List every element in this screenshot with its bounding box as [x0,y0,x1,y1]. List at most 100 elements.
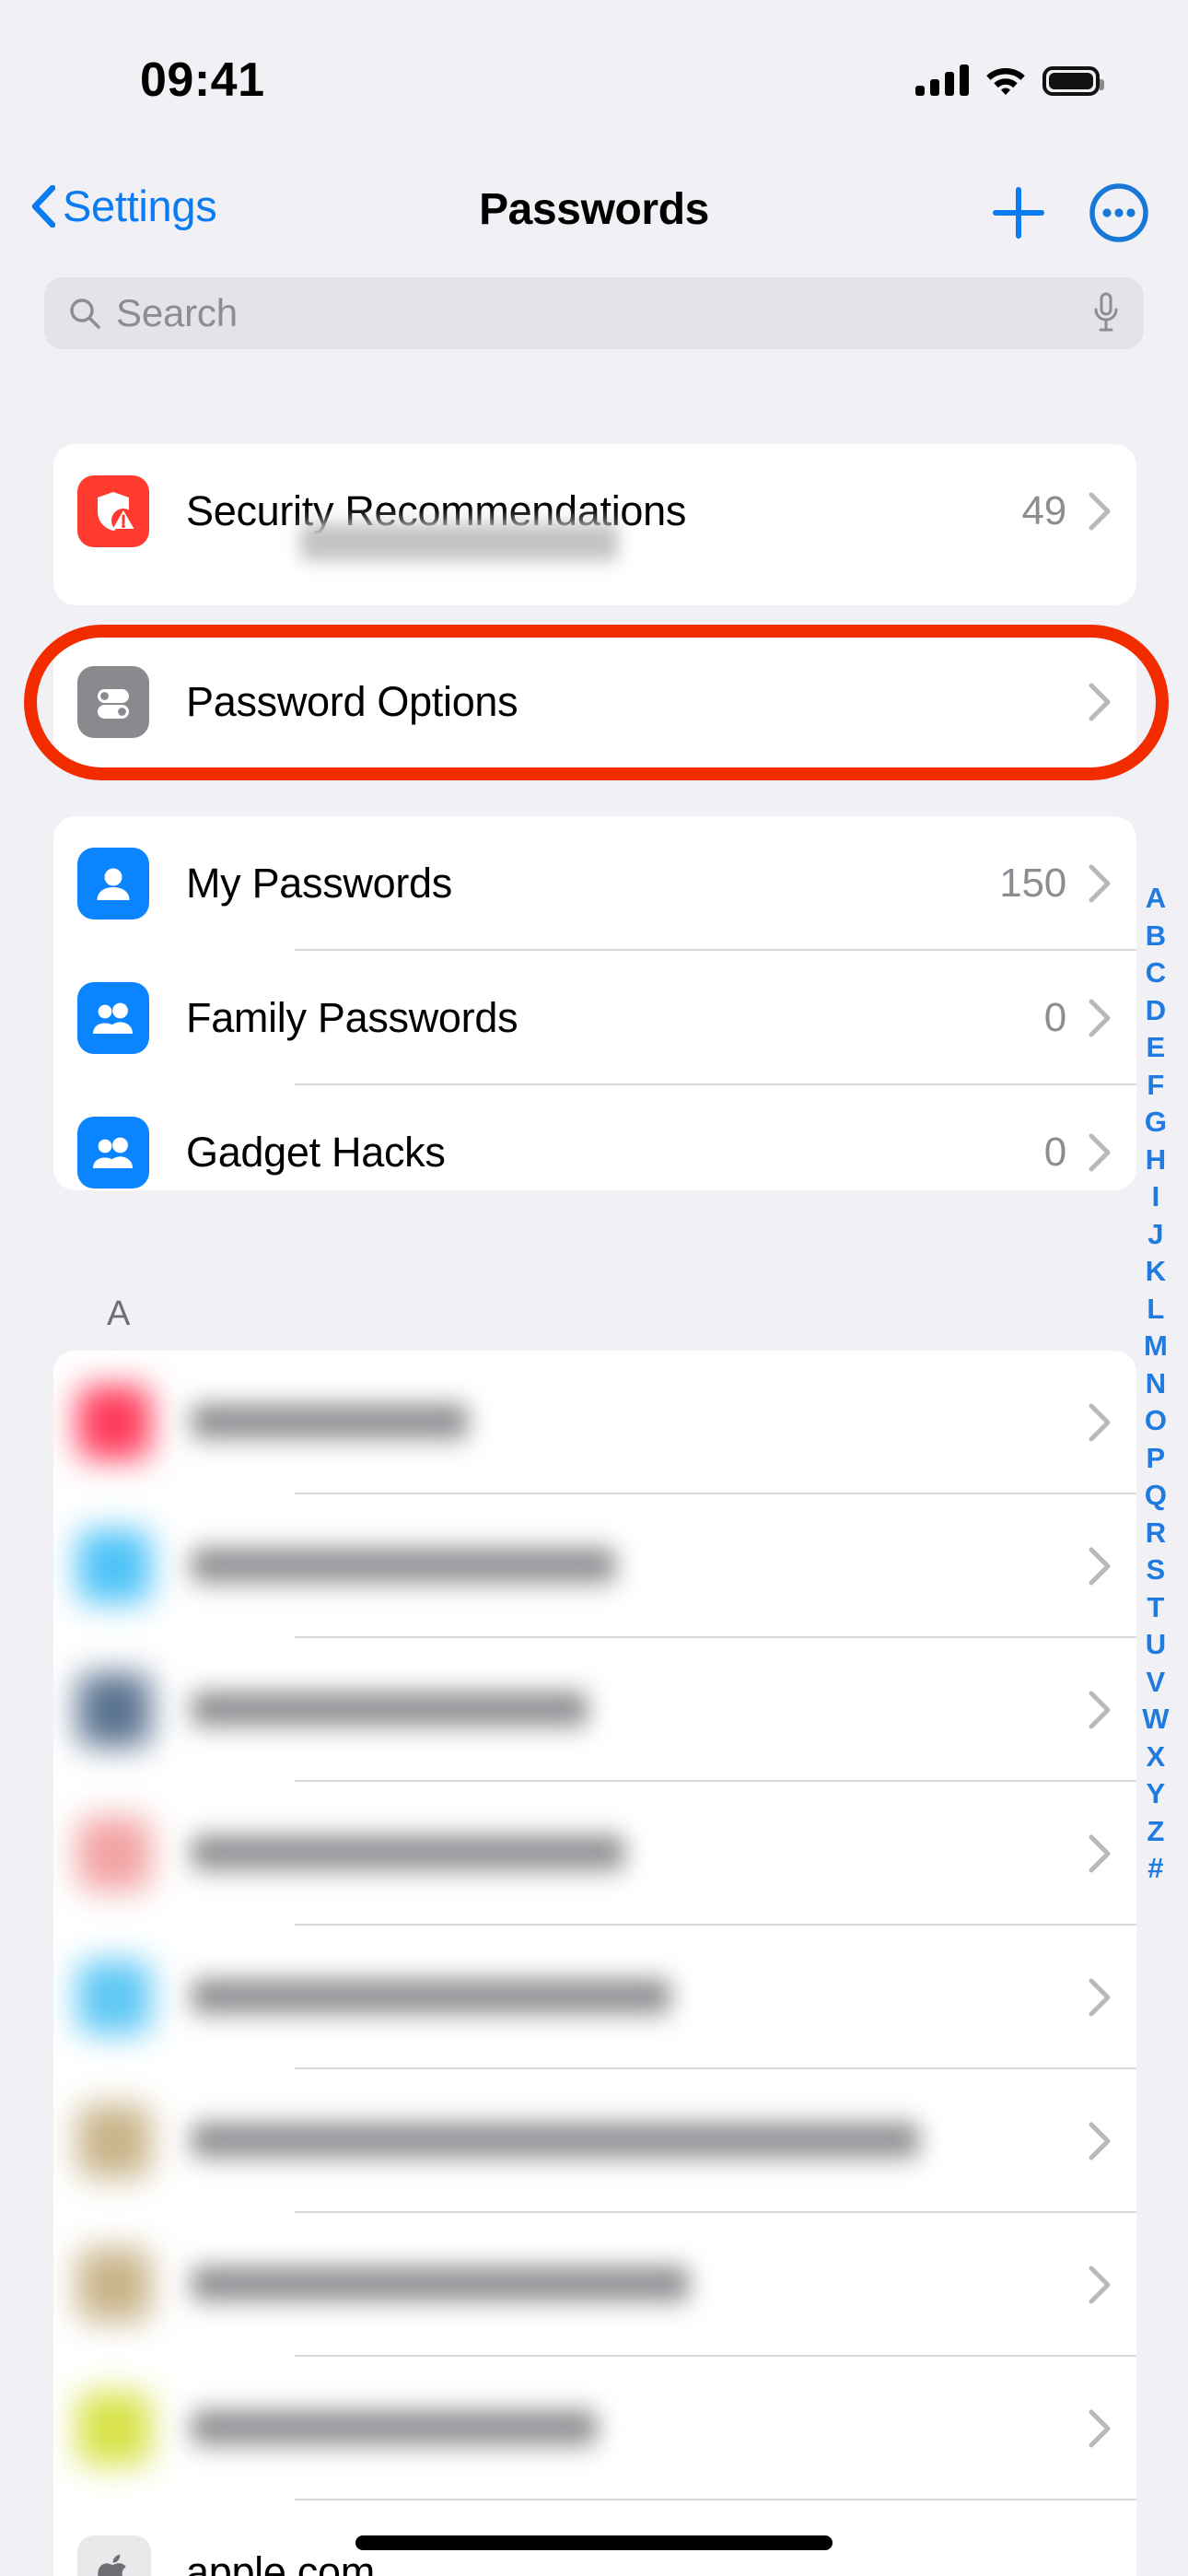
alphabet-index-letter[interactable]: P [1147,1440,1166,1478]
password-list-item[interactable] [53,1638,1136,1782]
alphabet-index-letter[interactable]: N [1146,1365,1167,1403]
chevron-right-icon [1089,1133,1111,1172]
favicon-icon [77,1673,151,1747]
alphabet-index-letter[interactable]: X [1147,1739,1166,1776]
blurred-subtitle [300,521,618,562]
blurred-site-name [192,2264,689,2306]
chevron-right-icon [1089,492,1111,531]
blurred-site-name [192,1545,615,1587]
apple-logo-icon [77,2535,151,2576]
alphabet-index-letter[interactable]: M [1144,1328,1168,1365]
blurred-site-name [192,1976,670,2019]
row-my-passwords[interactable]: My Passwords 150 [53,816,1136,951]
password-list-card: apple.com [53,1351,1136,2576]
alphabet-index-letter[interactable]: F [1147,1067,1164,1105]
chevron-right-icon [1089,1547,1111,1586]
status-bar-indicators [915,57,1104,96]
password-options-card: Password Options [53,635,1136,769]
wifi-icon [986,68,1025,95]
password-list-item[interactable] [53,2357,1136,2500]
alphabet-index-letter[interactable]: K [1146,1253,1167,1291]
row-label: My Passwords [186,860,452,907]
status-bar-time: 09:41 [140,53,265,107]
alphabet-index-letter[interactable]: Y [1147,1775,1166,1813]
microphone-icon[interactable] [1092,292,1120,334]
alphabet-index-letter[interactable]: W [1142,1701,1169,1739]
chevron-right-icon [1089,2266,1111,2304]
search-input[interactable]: Search [44,277,1144,349]
password-list-item[interactable] [53,2213,1136,2357]
blurred-site-name [192,2407,597,2450]
alphabet-index-letter[interactable]: S [1147,1551,1166,1589]
row-security-recommendations[interactable]: Security Recommendations 49 [53,444,1136,579]
chevron-right-icon [1089,1691,1111,1729]
alphabet-index[interactable]: A B C D E F G H I J K L M N O P Q R S T U V W X Y Z # [1133,880,1179,1888]
row-label: apple.com [186,2548,375,2576]
alphabet-index-letter[interactable]: E [1147,1029,1166,1067]
row-count: 0 [1043,995,1066,1040]
status-bar: 09:41 [0,0,1188,138]
alphabet-index-letter[interactable]: G [1145,1104,1167,1142]
alphabet-index-letter[interactable]: T [1147,1589,1164,1627]
password-groups-card: My Passwords 150 Family Passwords 0 Gadg… [53,816,1136,1190]
row-count: 150 [999,861,1066,906]
alphabet-index-letter[interactable]: O [1145,1402,1167,1440]
battery-full-icon [1042,66,1104,96]
nav-bar: Settings Passwords [0,168,1188,267]
section-header-a: A [107,1294,131,1333]
home-indicator[interactable] [355,2535,833,2550]
security-recommendations-card: Security Recommendations 49 [53,444,1136,605]
favicon-icon [77,1386,151,1459]
blurred-site-name [192,1401,468,1444]
shield-warning-icon [77,475,149,547]
two-people-icon [77,982,149,1054]
favicon-icon [77,1961,151,2034]
search-placeholder: Search [116,291,238,334]
plus-icon[interactable] [990,184,1047,241]
chevron-right-icon [1089,864,1111,903]
alphabet-index-letter[interactable]: C [1146,954,1167,992]
search-icon [70,299,100,329]
ellipsis-circle-icon[interactable] [1089,182,1149,243]
password-list-item[interactable] [53,1926,1136,2069]
favicon-icon [77,2392,151,2465]
chevron-right-icon [1089,1834,1111,1873]
alphabet-index-letter[interactable]: B [1146,918,1167,955]
alphabet-index-letter[interactable]: R [1146,1515,1167,1552]
password-list-item[interactable] [53,1494,1136,1638]
chevron-right-icon [1089,2122,1111,2160]
favicon-icon [77,2248,151,2322]
cellular-bars-icon [915,64,969,96]
person-icon [77,848,149,919]
alphabet-index-letter[interactable]: U [1146,1626,1167,1664]
row-gadget-hacks[interactable]: Gadget Hacks 0 [53,1085,1136,1190]
alphabet-index-letter[interactable]: I [1152,1178,1160,1216]
password-list-item[interactable] [53,2069,1136,2213]
chevron-right-icon [1089,2409,1111,2448]
password-list-item[interactable] [53,1782,1136,1926]
chevron-right-icon [1089,683,1111,721]
row-label: Family Passwords [186,994,518,1041]
alphabet-index-letter[interactable]: L [1147,1291,1164,1329]
chevron-right-icon [1089,1403,1111,1442]
toggles-icon [77,666,149,738]
alphabet-index-letter[interactable]: Q [1145,1477,1167,1515]
alphabet-index-letter[interactable]: H [1146,1142,1167,1179]
chevron-right-icon [1089,1978,1111,2017]
alphabet-index-letter[interactable]: Z [1147,1813,1164,1851]
alphabet-index-letter[interactable]: # [1147,1850,1163,1888]
row-family-passwords[interactable]: Family Passwords 0 [53,951,1136,1085]
two-people-icon [77,1117,149,1188]
alphabet-index-letter[interactable]: V [1147,1664,1166,1702]
favicon-icon [77,2104,151,2178]
blurred-site-name [192,1832,624,1875]
blurred-site-name [192,1689,588,1731]
favicon-icon [77,1817,151,1891]
row-count: 0 [1043,1130,1066,1175]
alphabet-index-letter[interactable]: J [1147,1216,1163,1254]
favicon-icon [77,1529,151,1603]
alphabet-index-letter[interactable]: A [1146,880,1167,918]
alphabet-index-letter[interactable]: D [1146,992,1167,1030]
password-list-item[interactable] [53,1351,1136,1494]
row-password-options[interactable]: Password Options [53,635,1136,769]
